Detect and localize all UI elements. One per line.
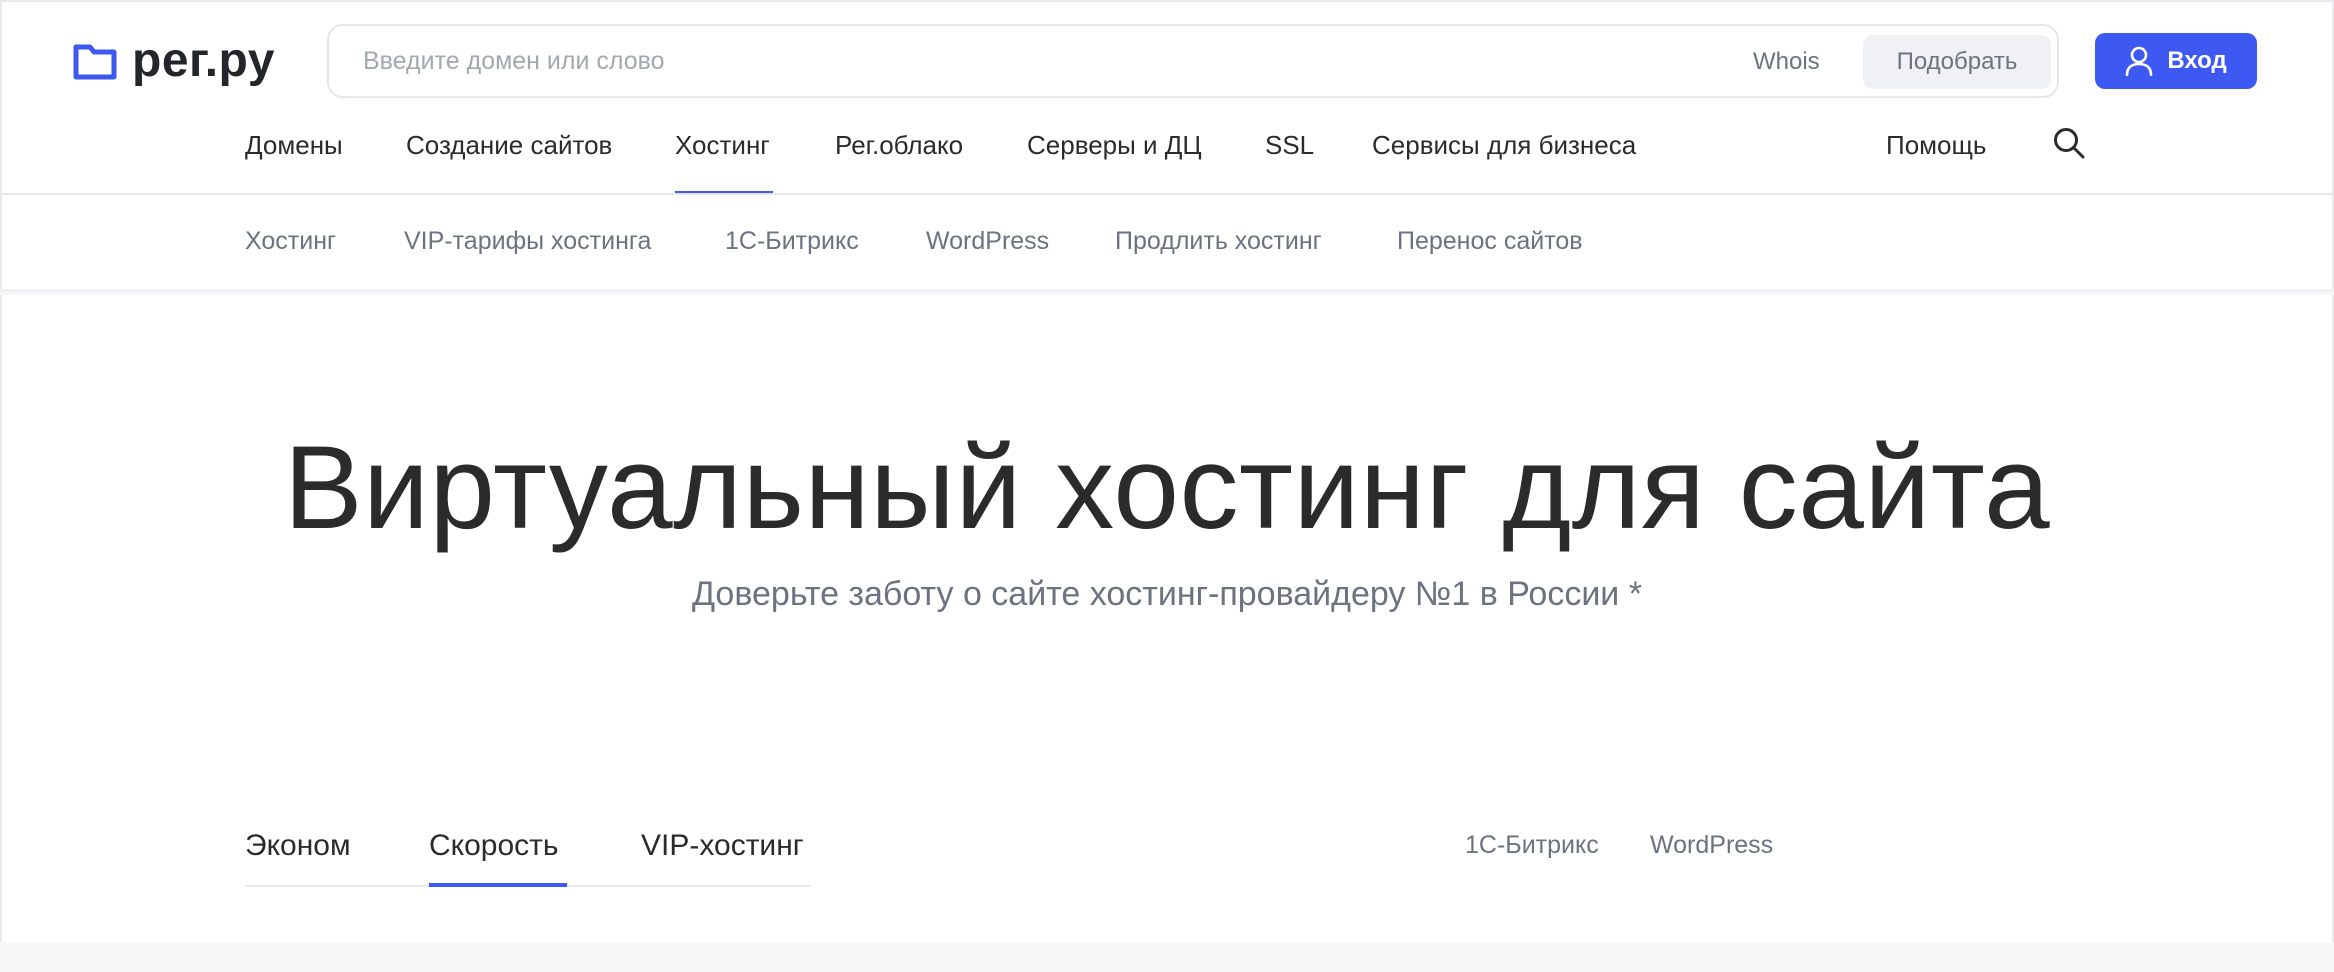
nav-item-domains[interactable]: Домены <box>245 128 343 162</box>
login-label: Вход <box>2167 47 2227 74</box>
subnav-item-migration[interactable]: Перенос сайтов <box>1397 224 1583 258</box>
search-icon[interactable] <box>2052 126 2086 160</box>
nav-item-ssl[interactable]: SSL <box>1265 128 1314 162</box>
login-button[interactable]: Вход <box>2095 33 2257 89</box>
whois-link[interactable]: Whois <box>1753 48 1820 76</box>
domain-search-input[interactable] <box>363 26 1743 96</box>
subnav-item-wordpress[interactable]: WordPress <box>926 224 1049 258</box>
subnav-item-renew[interactable]: Продлить хостинг <box>1115 224 1322 258</box>
tab-economy[interactable]: Эконом <box>245 826 351 866</box>
nav-item-hosting[interactable]: Хостинг <box>675 128 770 162</box>
nav-item-site-builder[interactable]: Создание сайтов <box>406 128 612 162</box>
folder-icon <box>73 44 117 80</box>
user-icon <box>2126 46 2153 76</box>
nav-item-servers[interactable]: Серверы и ДЦ <box>1027 128 1202 162</box>
subnav-item-vip-tariffs[interactable]: VIP-тарифы хостинга <box>404 224 651 258</box>
subnav-item-bitrix[interactable]: 1С-Битрикс <box>725 224 859 258</box>
nav-divider <box>0 193 2334 195</box>
content-section-top <box>0 942 2334 972</box>
page-title: Виртуальный хостинг для сайта <box>283 422 2051 554</box>
tab-active-indicator <box>429 883 567 887</box>
logo-text: рег.ру <box>132 34 275 87</box>
platform-filter-wordpress[interactable]: WordPress <box>1650 828 1773 862</box>
nav-item-business-services[interactable]: Сервисы для бизнеса <box>1372 128 1636 162</box>
page-subtitle: Доверьте заботу о сайте хостинг-провайде… <box>692 575 1642 613</box>
subnav-item-hosting[interactable]: Хостинг <box>245 224 336 258</box>
platform-filter-bitrix[interactable]: 1С-Битрикс <box>1465 828 1599 862</box>
help-link[interactable]: Помощь <box>1886 128 1986 162</box>
subnav-divider <box>0 289 2334 295</box>
tab-speed[interactable]: Скорость <box>429 826 559 866</box>
logo[interactable]: рег.ру <box>72 36 275 86</box>
pick-domain-button[interactable]: Подобрать <box>1863 35 2051 89</box>
tab-vip-hosting[interactable]: VIP-хостинг <box>641 826 804 866</box>
nav-item-reg-cloud[interactable]: Рег.облако <box>835 128 963 162</box>
domain-search-bar: Whois Подобрать <box>327 24 2059 98</box>
